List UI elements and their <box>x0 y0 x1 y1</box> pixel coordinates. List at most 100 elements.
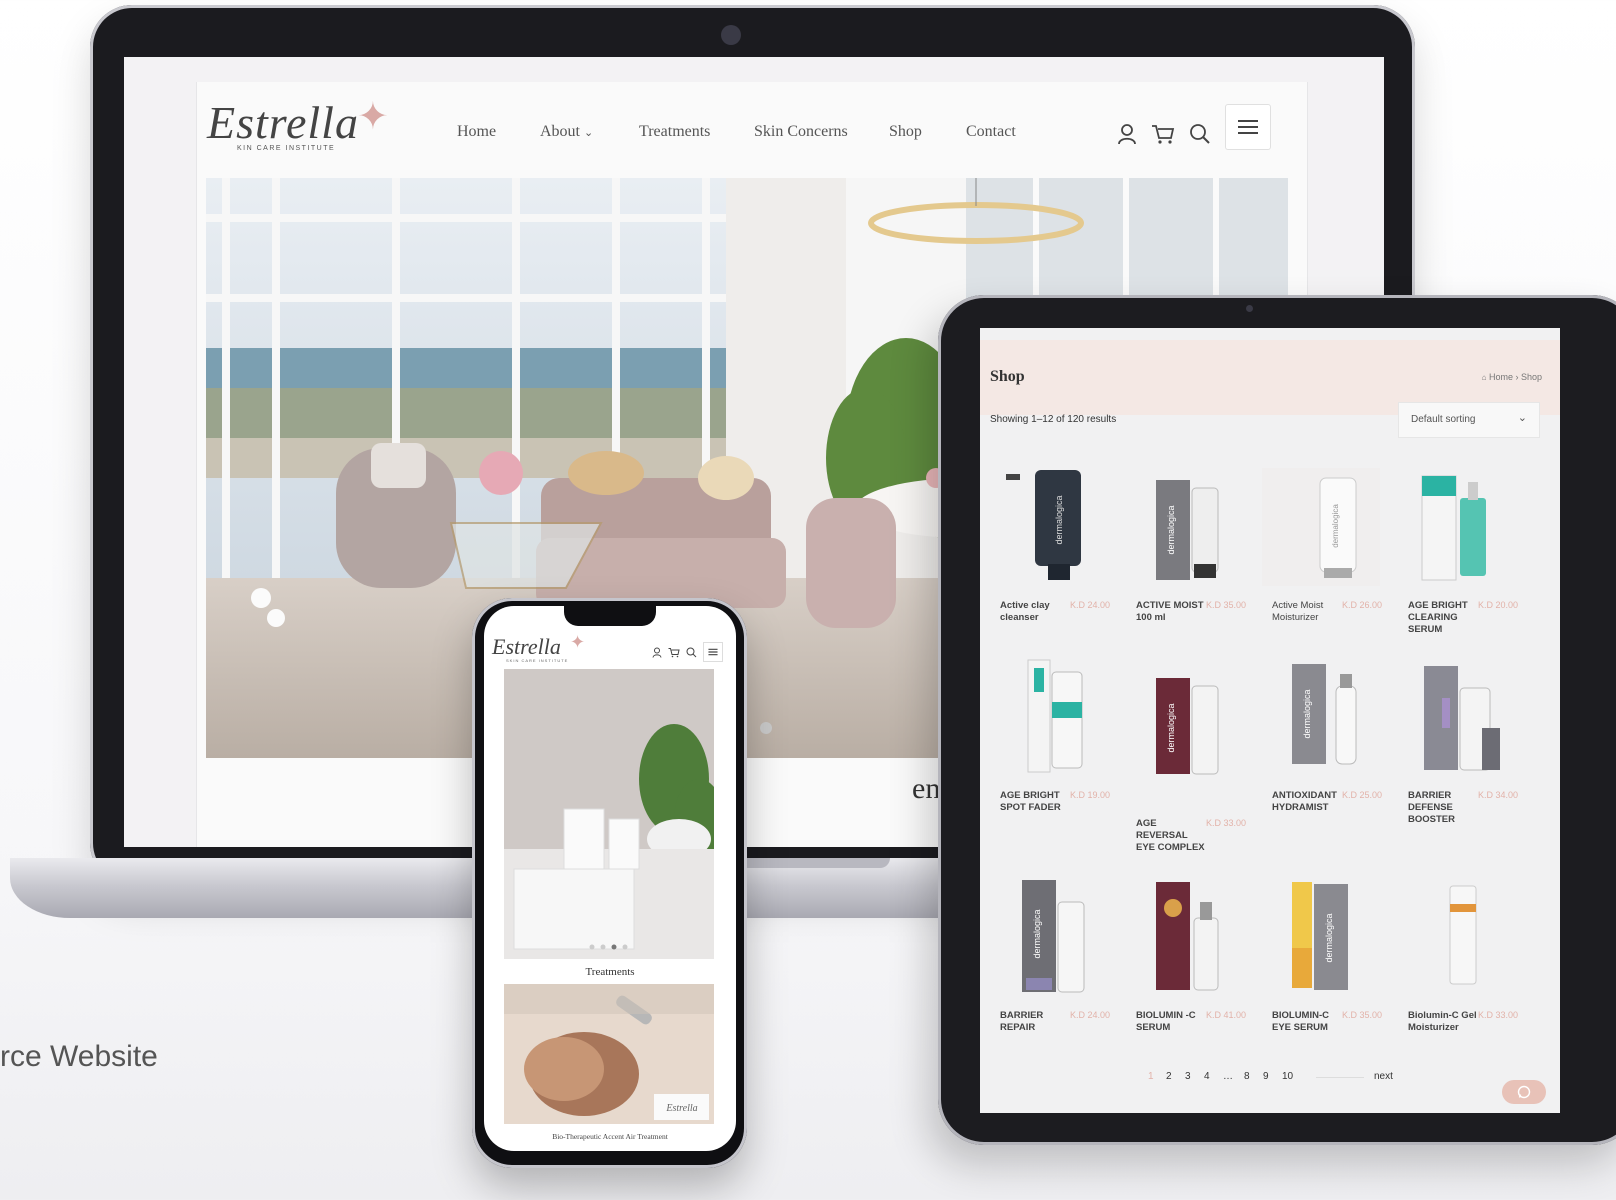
site-logo[interactable]: Estrella <box>207 96 359 149</box>
phone-site-logo[interactable]: Estrella <box>492 634 561 660</box>
results-count: Showing 1–12 of 120 results <box>990 414 1117 425</box>
treatment-caption[interactable]: Bio-Therapeutic Accent Air Treatment <box>484 1132 736 1141</box>
pagination-divider <box>1316 1077 1364 1078</box>
phone-hero-image[interactable] <box>504 669 714 959</box>
product-image <box>1156 882 1219 991</box>
home-icon: ⌂ <box>1481 373 1487 382</box>
page-link[interactable]: 9 <box>1263 1071 1269 1082</box>
product-brand-label: dermalogica <box>1302 689 1312 738</box>
logo-star-icon: ✦ <box>357 96 389 138</box>
product-price: K.D 35.00 <box>1342 1010 1383 1020</box>
search-icon[interactable] <box>686 647 697 658</box>
shop-page-title: Shop <box>990 368 1025 385</box>
nav-shop[interactable]: Shop <box>889 123 922 141</box>
tablet-screen: Shop ⌂ Home › Shop Showing 1–12 of 120 r… <box>980 328 1560 1113</box>
tablet-camera <box>1246 305 1253 312</box>
next-page-link[interactable]: next <box>1374 1071 1393 1082</box>
treatment-image[interactable]: Estrella <box>504 984 714 1124</box>
product-image <box>1449 885 1477 985</box>
menu-icon <box>1238 120 1258 134</box>
product-name[interactable]: AGE BRIGHT CLEARING SERUM <box>1408 600 1480 636</box>
product-brand-label: dermalogica <box>1166 703 1176 752</box>
spa-products-photo <box>504 669 714 959</box>
nav-skin-concerns[interactable]: Skin Concerns <box>754 123 848 141</box>
watermark-logo: Estrella <box>665 1103 697 1114</box>
laptop-camera <box>721 25 741 45</box>
product-name[interactable]: BIOLUMIN-C EYE SERUM <box>1272 1010 1344 1034</box>
product-name[interactable]: Active clay cleanser <box>1000 600 1072 624</box>
presentation-caption: rce Website <box>0 1040 158 1073</box>
product-image: dermalogica <box>1262 468 1380 586</box>
whatsapp-chat-button[interactable] <box>1502 1080 1546 1104</box>
sorting-value: Default sorting <box>1411 414 1476 425</box>
facial-treatment-photo: Estrella <box>504 984 714 1124</box>
product-brand-label: dermalogica <box>1331 504 1340 548</box>
product-name[interactable]: Active Moist Moisturizer <box>1272 600 1344 624</box>
product-image: dermalogica <box>1006 470 1081 580</box>
sorting-select[interactable]: Default sorting ⌄ <box>1398 402 1540 438</box>
page-link[interactable]: 3 <box>1185 1071 1191 1082</box>
page-link[interactable]: 1 <box>1148 1071 1154 1082</box>
nav-home[interactable]: Home <box>457 123 496 141</box>
product-name[interactable]: AGE BRIGHT SPOT FADER <box>1000 790 1072 814</box>
product-price: K.D 35.00 <box>1206 600 1247 610</box>
chevron-down-icon: ⌄ <box>584 127 594 139</box>
product-price: K.D 19.00 <box>1070 790 1111 800</box>
product-price: K.D 41.00 <box>1206 1010 1247 1020</box>
product-image: dermalogica <box>1156 678 1219 775</box>
product-image: dermalogica <box>1156 480 1219 580</box>
product-name[interactable]: Biolumin-C Gel Moisturizer <box>1408 1010 1480 1034</box>
product-brand-label: dermalogica <box>1032 909 1042 958</box>
phone-section-title: Treatments <box>585 966 635 978</box>
chevron-down-icon: ⌄ <box>1517 412 1527 424</box>
product-price: K.D 33.00 <box>1206 818 1247 828</box>
page-link[interactable]: 8 <box>1244 1071 1250 1082</box>
product-name[interactable]: BARRIER DEFENSE BOOSTER <box>1408 790 1480 826</box>
breadcrumb[interactable]: ⌂ Home › Shop <box>1482 372 1542 382</box>
nav-contact[interactable]: Contact <box>966 123 1016 141</box>
product-image <box>1424 666 1500 771</box>
product-price: K.D 33.00 <box>1478 1010 1519 1020</box>
product-price: K.D 25.00 <box>1342 790 1383 800</box>
phone-logo-subtitle: SKIN CARE INSTITUTE <box>506 658 569 663</box>
logo-star-icon: ✦ <box>570 632 586 652</box>
product-name[interactable]: BIOLUMIN -C SERUM <box>1136 1010 1208 1034</box>
user-icon[interactable] <box>652 647 662 658</box>
product-price: K.D 24.00 <box>1070 1010 1111 1020</box>
product-price: K.D 34.00 <box>1478 790 1519 800</box>
product-brand-label: dermalogica <box>1166 505 1176 554</box>
product-image: dermalogica <box>1292 664 1357 765</box>
product-name[interactable]: BARRIER REPAIR <box>1000 1010 1072 1034</box>
nav-treatments[interactable]: Treatments <box>639 123 710 141</box>
product-brand-label: dermalogica <box>1054 495 1064 544</box>
whatsapp-icon <box>1517 1085 1531 1099</box>
product-image: dermalogica <box>1292 882 1348 990</box>
product-name[interactable]: ACTIVE MOIST 100 ml <box>1136 600 1208 624</box>
user-icon[interactable] <box>1117 123 1137 145</box>
menu-icon <box>708 648 718 656</box>
laptop-site-header: Estrella ✦ KIN CARE INSTITUTE Home About… <box>197 82 1307 182</box>
phone-screen: Estrella ✦ SKIN CARE INSTITUTE Treatment… <box>484 606 736 1151</box>
page-ellipsis: … <box>1223 1071 1233 1082</box>
product-brand-label: dermalogica <box>1324 913 1334 962</box>
page-link[interactable]: 4 <box>1204 1071 1210 1082</box>
nav-about[interactable]: About ⌄ <box>540 123 593 141</box>
product-price: K.D 20.00 <box>1478 600 1519 610</box>
cart-icon[interactable] <box>668 647 680 658</box>
product-image <box>1421 475 1486 581</box>
breadcrumb-text: Home › Shop <box>1488 372 1542 382</box>
product-price: K.D 24.00 <box>1070 600 1111 610</box>
hamburger-menu-button[interactable] <box>1225 104 1271 150</box>
search-icon[interactable] <box>1189 123 1211 145</box>
logo-subtitle: KIN CARE INSTITUTE <box>237 145 336 152</box>
cart-icon[interactable] <box>1151 123 1175 145</box>
nav-about-label: About <box>540 123 580 140</box>
page-link[interactable]: 10 <box>1282 1071 1293 1082</box>
product-image <box>1027 659 1083 773</box>
page-link[interactable]: 2 <box>1166 1071 1172 1082</box>
product-image: dermalogica <box>1022 880 1085 993</box>
phone-header-icons <box>652 642 723 662</box>
product-name[interactable]: AGE REVERSAL EYE COMPLEX <box>1136 818 1208 854</box>
product-name[interactable]: ANTIOXIDANT HYDRAMIST <box>1272 790 1344 814</box>
phone-menu-button[interactable] <box>703 642 723 662</box>
